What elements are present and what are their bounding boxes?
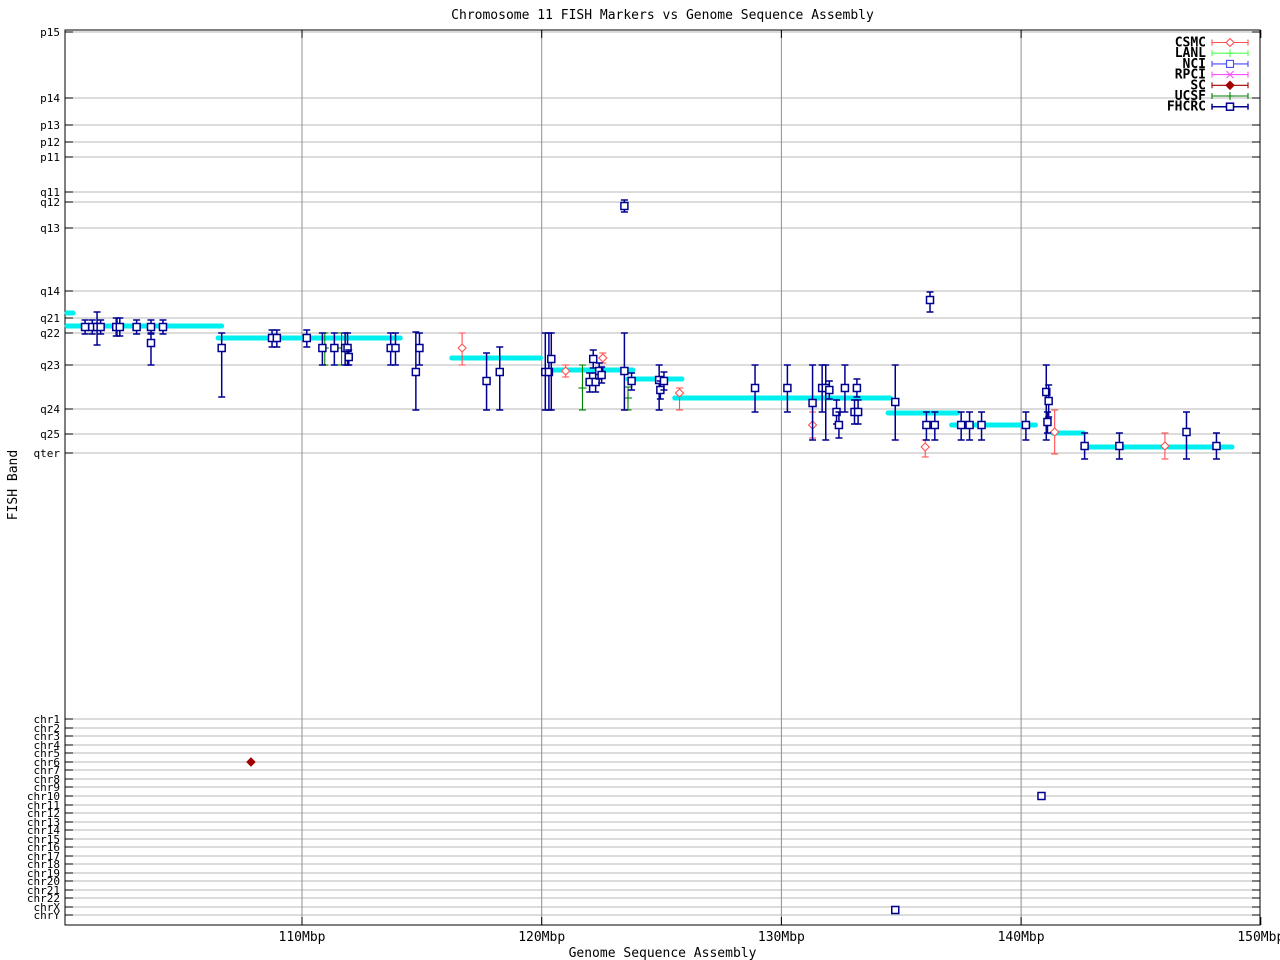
y-tick-label-p13: p13 xyxy=(40,119,60,132)
x-tick-label-110Mbp: 110Mbp xyxy=(279,930,326,945)
series-FHCRC xyxy=(82,200,1220,914)
y-tick-label-p11: p11 xyxy=(40,151,60,164)
v-gridlines xyxy=(302,30,1021,925)
y-tick-label-p12: p12 xyxy=(40,136,60,149)
y-tick-label-q21: q21 xyxy=(40,312,60,325)
y-tick-label-qter: qter xyxy=(34,447,61,460)
legend: CSMCLANLNCIRPCISCUCSFFHCRC xyxy=(1167,36,1248,115)
y-tick-label-q23: q23 xyxy=(40,359,60,372)
x-tick-label-150Mbp: 150Mbp xyxy=(1237,930,1280,945)
plot-area: p15p14p13p12p11q11q12q13q14q21q22q23q24q… xyxy=(0,0,1280,960)
axis-ticks xyxy=(65,30,1261,925)
legend-label-FHCRC: FHCRC xyxy=(1167,100,1206,115)
y-tick-label-q22: q22 xyxy=(40,327,60,340)
y-tick-label-chrY: chrY xyxy=(34,909,61,922)
y-tick-label-p15: p15 xyxy=(40,26,60,39)
y-tick-label-q25: q25 xyxy=(40,428,60,441)
x-tick-label-130Mbp: 130Mbp xyxy=(758,930,805,945)
chart-canvas: Chromosome 11 FISH Markers vs Genome Seq… xyxy=(0,0,1280,960)
y-tick-label-q13: q13 xyxy=(40,222,60,235)
h-gridlines xyxy=(65,32,1260,915)
y-tick-label-q14: q14 xyxy=(40,285,60,298)
x-tick-label-120Mbp: 120Mbp xyxy=(518,930,565,945)
x-tick-label-140Mbp: 140Mbp xyxy=(998,930,1045,945)
series-UCSF xyxy=(113,318,632,410)
series-SC xyxy=(247,758,255,766)
axis-tick-labels: p15p14p13p12p11q11q12q13q14q21q22q23q24q… xyxy=(27,26,1280,945)
plot-frame xyxy=(65,30,1260,925)
y-tick-label-q12: q12 xyxy=(40,196,60,209)
y-tick-label-q24: q24 xyxy=(40,403,60,416)
y-tick-label-p14: p14 xyxy=(40,92,60,105)
